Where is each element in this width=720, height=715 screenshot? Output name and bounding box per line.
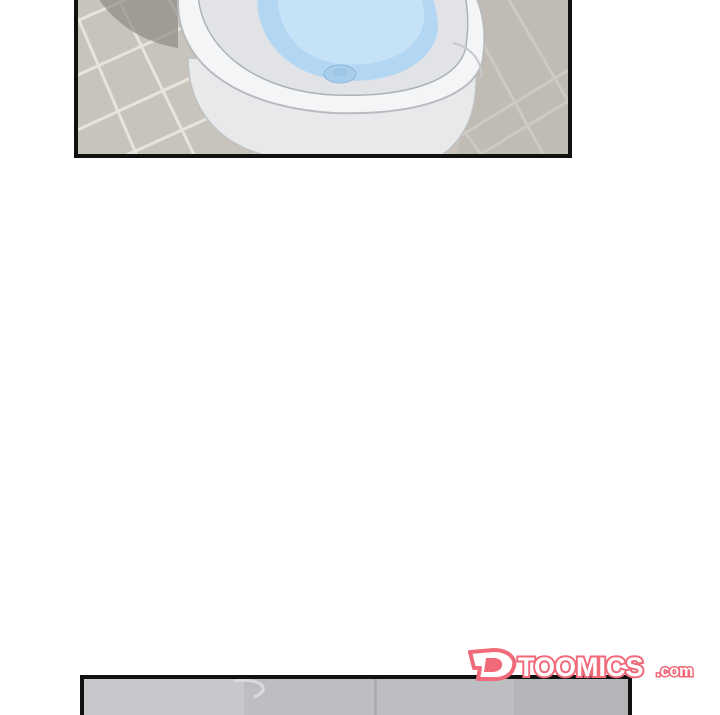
- toilet-illustration: [78, 0, 568, 154]
- watermark-brand-text: TOOMICS: [518, 652, 644, 682]
- toomics-logo: TOOMICS .com: [468, 648, 695, 682]
- bathroom-illustration: [84, 679, 628, 715]
- comic-panel-toilet: [74, 0, 572, 158]
- toomics-watermark: TOOMICS .com: [464, 646, 704, 682]
- watermark-domain-text: .com: [656, 663, 693, 680]
